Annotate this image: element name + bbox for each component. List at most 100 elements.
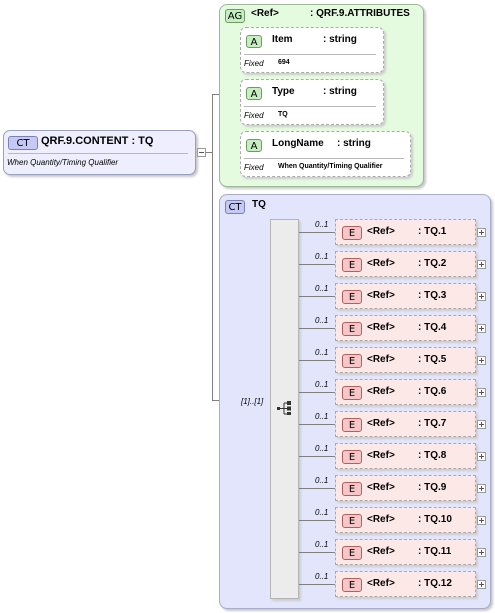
element-badge: E (342, 578, 362, 592)
element-connector (299, 328, 335, 329)
ag-ref-label: <Ref> (251, 8, 279, 19)
element-ref-label: <Ref> (367, 514, 395, 525)
element-cardinality: 0..1 (315, 284, 329, 293)
element-box[interactable]: E <Ref>: TQ.9 (335, 475, 476, 501)
attribute-fixed-label: Fixed (244, 111, 264, 120)
element-connector (299, 264, 335, 265)
element-box[interactable]: E <Ref>: TQ.4 (335, 315, 476, 341)
expand-plus-icon[interactable] (477, 452, 486, 461)
element-name: : TQ.7 (418, 418, 447, 429)
element-cardinality: 0..1 (315, 220, 329, 229)
element-ref-label: <Ref> (367, 546, 395, 557)
element-box[interactable]: E <Ref> : TQ.7 (335, 411, 476, 437)
expand-plus-icon[interactable] (477, 580, 486, 589)
attribute-name: LongName (272, 138, 324, 149)
ct-badge: CT (8, 136, 38, 150)
element-name: : TQ.6 (418, 386, 447, 397)
root-documentation: When Quantity/Timing Qualifier (7, 158, 119, 167)
expand-plus-icon[interactable] (477, 484, 486, 493)
element-box[interactable]: E <Ref> : TQ.1 (335, 219, 476, 245)
element-ref-label: <Ref> (367, 226, 395, 237)
attribute-group[interactable]: AG <Ref> : QRF.9.ATTRIBUTES A Item : str… (219, 4, 424, 187)
element-badge: E (342, 546, 362, 560)
element-badge: E (342, 290, 362, 304)
element-box[interactable]: E <Ref>: TQ.2 (335, 251, 476, 277)
element-box[interactable]: E <Ref>: TQ.6 (335, 379, 476, 405)
element-cardinality: 0..1 (315, 540, 329, 549)
expand-plus-icon[interactable] (477, 388, 486, 397)
root-separator (8, 153, 188, 154)
element-name: : TQ.11 (418, 546, 452, 557)
attribute-item[interactable]: A Item : string Fixed 694 (240, 27, 384, 73)
element-name: : TQ.10 (418, 514, 452, 525)
element-ref-label: <Ref> (367, 578, 395, 589)
sequence-cardinality: [1]..[1] (241, 397, 264, 406)
expand-plus-icon[interactable] (477, 228, 486, 237)
attribute-type-label: : string (323, 86, 357, 97)
connector-trunk (212, 94, 213, 400)
element-cardinality: 0..1 (315, 348, 329, 357)
element-connector (299, 232, 335, 233)
element-ref-label: <Ref> (367, 418, 395, 429)
attribute-separator (244, 54, 376, 55)
element-box[interactable]: E <Ref> : TQ.12 (335, 571, 476, 597)
element-box[interactable]: E <Ref> : TQ.3 (335, 283, 476, 309)
element-badge: E (342, 482, 362, 496)
ag-badge: AG (225, 9, 245, 23)
ag-name: : QRF.9.ATTRIBUTES (310, 8, 410, 19)
element-connector (299, 488, 335, 489)
element-name: : TQ.12 (418, 578, 452, 589)
attribute-fixed-value: When Quantity/Timing Qualifier (278, 163, 383, 170)
element-connector (299, 520, 335, 521)
element-cardinality: 0..1 (315, 252, 329, 261)
element-box[interactable]: E <Ref>: TQ.8 (335, 443, 476, 469)
element-connector (299, 424, 335, 425)
root-complex-type[interactable]: CT QRF.9.CONTENT : TQ When Quantity/Timi… (3, 130, 196, 175)
expand-plus-icon[interactable] (477, 356, 486, 365)
collapse-root-icon[interactable] (197, 148, 206, 157)
expand-plus-icon[interactable] (477, 420, 486, 429)
element-box[interactable]: E <Ref>: TQ.10 (335, 507, 476, 533)
ct-badge: CT (225, 200, 245, 214)
element-ref-label: <Ref> (367, 450, 395, 461)
element-badge: E (342, 226, 362, 240)
element-cardinality: 0..1 (315, 508, 329, 517)
expand-plus-icon[interactable] (477, 292, 486, 301)
element-name: : TQ.9 (418, 482, 447, 493)
element-cardinality: 0..1 (315, 572, 329, 581)
element-name: : TQ.3 (418, 290, 447, 301)
attribute-badge: A (246, 87, 262, 100)
element-ref-label: <Ref> (367, 258, 395, 269)
expand-plus-icon[interactable] (477, 324, 486, 333)
complex-type-name: TQ (252, 199, 266, 210)
attribute-badge: A (246, 139, 262, 152)
attribute-fixed-label: Fixed (244, 163, 264, 172)
attribute-name: Item (272, 34, 293, 45)
attribute-name: Type (272, 86, 295, 97)
attribute-type[interactable]: A Type : string Fixed TQ (240, 79, 384, 125)
attribute-longname[interactable]: A LongName : string Fixed When Quantity/… (240, 131, 411, 177)
element-connector (299, 584, 335, 585)
element-connector (299, 360, 335, 361)
element-ref-label: <Ref> (367, 386, 395, 397)
element-box[interactable]: E <Ref>: TQ.5 (335, 347, 476, 373)
element-connector (299, 296, 335, 297)
element-badge: E (342, 450, 362, 464)
element-name: : TQ.1 (418, 226, 447, 237)
expand-plus-icon[interactable] (477, 260, 486, 269)
attribute-separator (244, 106, 376, 107)
attribute-fixed-label: Fixed (244, 59, 264, 68)
element-badge: E (342, 258, 362, 272)
expand-plus-icon[interactable] (477, 516, 486, 525)
element-connector (299, 392, 335, 393)
element-ref-label: <Ref> (367, 322, 395, 333)
element-box[interactable]: E <Ref> : TQ.11 (335, 539, 476, 565)
sequence-compositor-icon (277, 401, 295, 415)
element-cardinality: 0..1 (315, 444, 329, 453)
attribute-fixed-value: 694 (278, 59, 290, 66)
attribute-badge: A (246, 35, 262, 48)
element-badge: E (342, 418, 362, 432)
expand-plus-icon[interactable] (477, 548, 486, 557)
attribute-type: : string (323, 34, 357, 45)
element-ref-label: <Ref> (367, 290, 395, 301)
